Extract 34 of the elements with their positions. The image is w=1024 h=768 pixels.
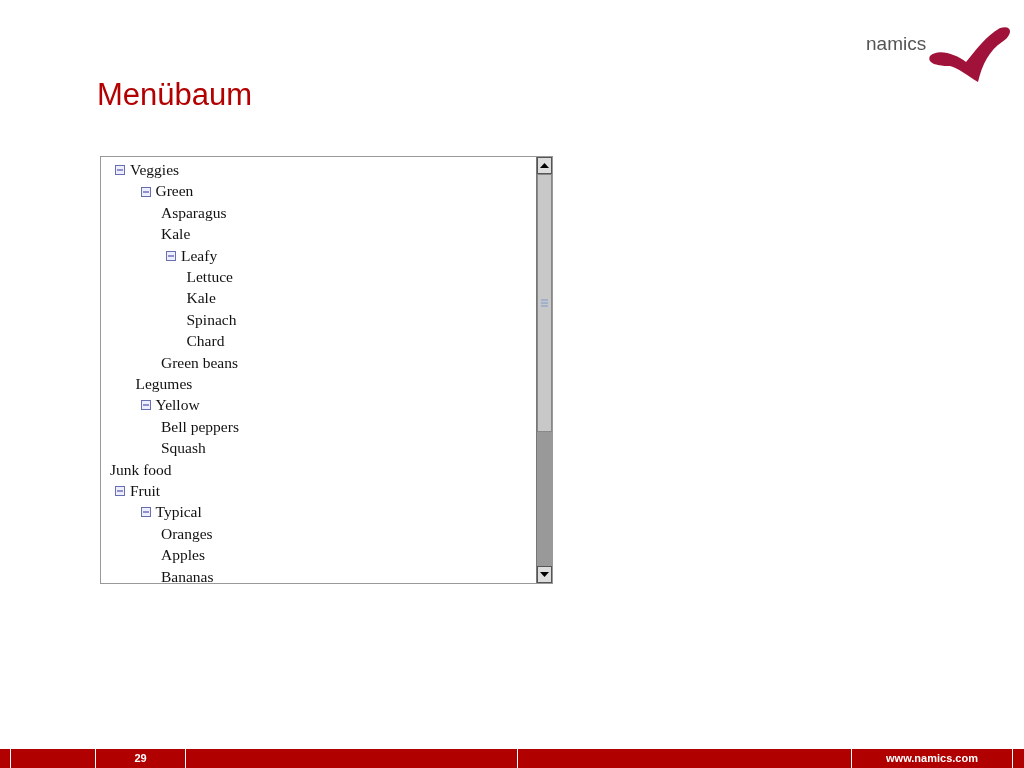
- collapse-icon[interactable]: [115, 485, 125, 497]
- tree-item[interactable]: Apples: [161, 543, 205, 567]
- collapse-icon[interactable]: [115, 164, 125, 176]
- slide-title: Menübaum: [97, 76, 253, 114]
- tree-item[interactable]: Fruit: [130, 478, 161, 503]
- tree-item[interactable]: Chard: [186, 329, 225, 353]
- footer-url: www.namics.com: [886, 751, 978, 767]
- grip-icon[interactable]: [541, 299, 548, 307]
- tree-item[interactable]: Kale: [186, 286, 216, 310]
- tree-item[interactable]: Junk food: [110, 457, 172, 481]
- tree-item[interactable]: Leafy: [181, 243, 218, 267]
- tree-item[interactable]: Green: [155, 179, 194, 203]
- collapse-icon[interactable]: [140, 506, 151, 518]
- tree-item[interactable]: Green beans: [161, 350, 239, 374]
- collapse-icon[interactable]: [140, 399, 151, 411]
- tree-item[interactable]: Spinach: [186, 307, 237, 332]
- scrollbar[interactable]: [536, 157, 552, 583]
- tree-item[interactable]: Bell peppers: [161, 414, 239, 438]
- tree-item[interactable]: Bananas: [161, 564, 214, 583]
- tree-item[interactable]: Legumes: [135, 372, 193, 396]
- tree-item[interactable]: Kale: [161, 222, 191, 246]
- logo-text: namics: [866, 32, 927, 56]
- tree-item[interactable]: Typical: [155, 500, 202, 524]
- collapse-icon[interactable]: [166, 249, 176, 261]
- tree-item[interactable]: Squash: [161, 436, 206, 460]
- down-arrow-icon[interactable]: [540, 572, 549, 577]
- tree-item[interactable]: Asparagus: [161, 200, 227, 225]
- collapse-icon[interactable]: [140, 185, 151, 197]
- tree-item[interactable]: Lettuce: [186, 265, 233, 289]
- tree-item[interactable]: Veggies: [130, 158, 180, 182]
- tree-item[interactable]: Oranges: [161, 521, 213, 545]
- page-number: 29: [134, 751, 147, 767]
- up-arrow-icon[interactable]: [540, 163, 549, 168]
- tree-item[interactable]: Yellow: [155, 393, 200, 417]
